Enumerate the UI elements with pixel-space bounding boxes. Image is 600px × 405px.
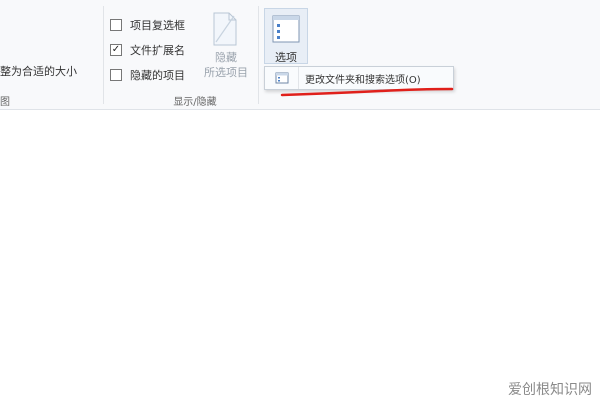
file-extension-row[interactable]: ✓ 文件扩展名	[110, 37, 185, 62]
options-label: 选项	[275, 51, 297, 64]
change-folder-options-item[interactable]: 更改文件夹和搜索选项(O)	[299, 71, 421, 86]
red-underline-annotation	[280, 87, 454, 97]
show-hide-group-label: 显示/隐藏	[173, 97, 217, 108]
options-icon	[272, 15, 300, 43]
options-button[interactable]: 选项	[264, 8, 308, 64]
hidden-items-row[interactable]: 隐藏的项目	[110, 62, 185, 87]
show-hide-checkboxes: 项目复选框 ✓ 文件扩展名 隐藏的项目	[110, 12, 185, 87]
item-checkboxes-label: 项目复选框	[130, 18, 185, 32]
document-icon	[213, 12, 237, 46]
group-separator	[258, 6, 259, 104]
file-extensions-label: 文件扩展名	[130, 43, 185, 57]
partial-size-label[interactable]: 整为合适的大小	[0, 63, 77, 79]
checkbox-file-extensions[interactable]: ✓	[110, 43, 122, 56]
hide-selected-label: 隐藏 所选项目	[204, 51, 248, 79]
item-checkbox-row[interactable]: 项目复选框	[110, 12, 185, 37]
hide-selected-button[interactable]: 隐藏 所选项目	[196, 12, 256, 84]
checkbox-item-checkboxes[interactable]	[110, 18, 122, 31]
hidden-items-label: 隐藏的项目	[130, 68, 185, 82]
group-separator	[103, 6, 104, 104]
watermark-text: 爱创根知识网	[508, 382, 592, 398]
partial-group-label: 图	[0, 97, 10, 108]
checkbox-hidden-items[interactable]	[110, 68, 122, 81]
